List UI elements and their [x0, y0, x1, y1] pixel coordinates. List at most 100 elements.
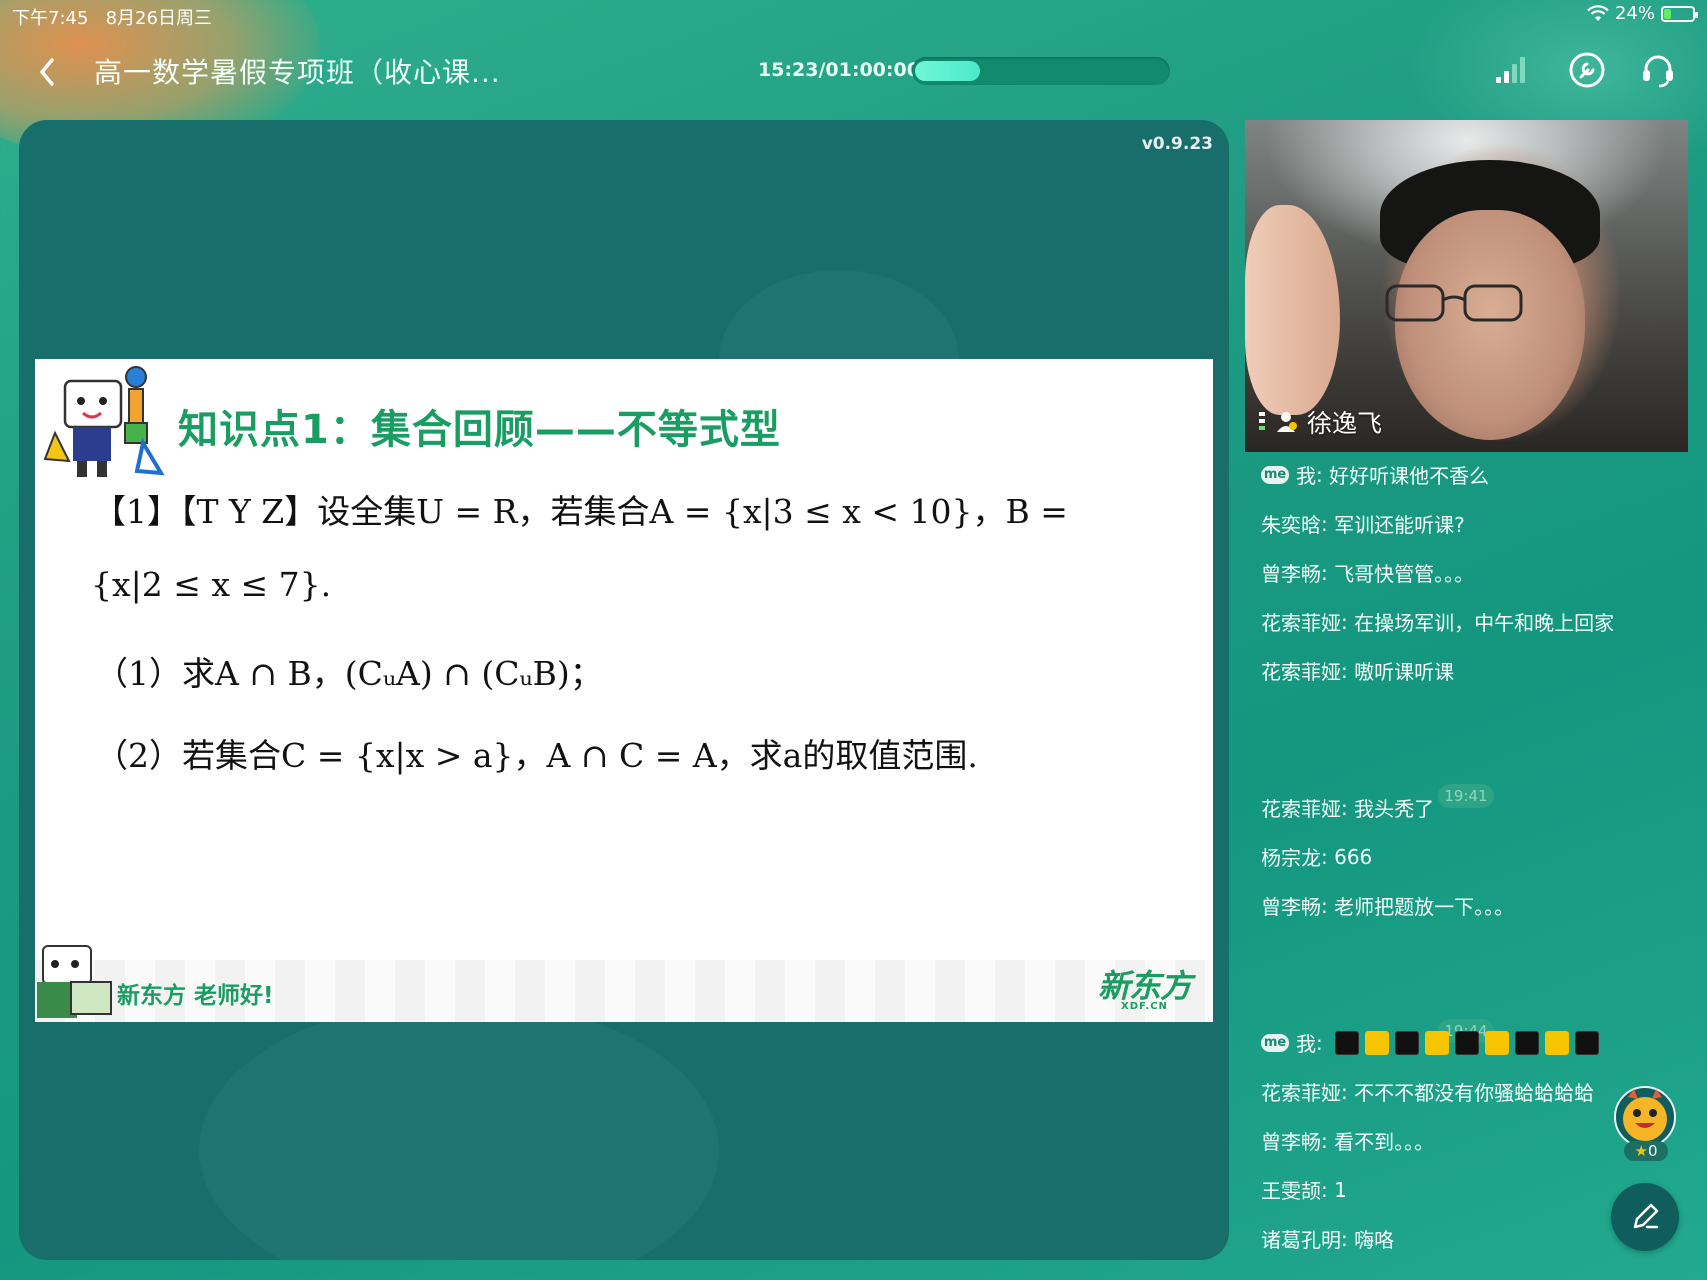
- chat-text: 666: [1334, 844, 1373, 869]
- chat-sender: 我: [1296, 1032, 1316, 1056]
- star-count-value: 0: [1647, 1142, 1658, 1160]
- chat-message: 曾李畅: 老师把题放一下。。。: [1261, 891, 1514, 920]
- teacher-icon: [1277, 412, 1297, 432]
- pen-icon: [1633, 1203, 1659, 1229]
- emoji-square-icon: [1485, 1030, 1510, 1055]
- courseware-panel: v0.9.23 知识点1：集合回顾——不等式型 【1】【T Y Z】设全集U =…: [19, 120, 1229, 1260]
- chat-separator: :: [1316, 1030, 1330, 1055]
- signal-bars-icon[interactable]: [1490, 50, 1530, 90]
- battery-icon: [1661, 5, 1698, 22]
- chat-sender: 曾李畅: [1261, 1130, 1321, 1154]
- chat-message: me 我:: [1261, 1028, 1600, 1057]
- chat-message: 花索菲娅: 我头秃了: [1261, 793, 1434, 822]
- pen-button[interactable]: [1611, 1183, 1679, 1251]
- chat-sender: 花索菲娅: [1261, 797, 1341, 821]
- chat-separator: :: [1321, 511, 1335, 536]
- slide-line-3: （1）求A ∩ B，(CᵤA) ∩ (CᵤB)；: [95, 654, 603, 693]
- chat-text: 军训还能听课?: [1334, 513, 1465, 537]
- chat-separator: :: [1321, 560, 1335, 585]
- chat-text: 1: [1334, 1177, 1347, 1202]
- chat-message: 朱奕晗: 军训还能听课?: [1261, 509, 1465, 538]
- video-glasses: [1385, 284, 1523, 322]
- class-progress-fill: [915, 61, 980, 81]
- status-bar: 下午7:45 8月26日周三 24%: [0, 0, 1707, 30]
- class-timer: 15:23/01:00:00: [758, 59, 920, 81]
- status-date: 8月26日周三: [105, 8, 212, 29]
- chat-separator: :: [1321, 844, 1335, 869]
- chat-message: 曾李畅: 看不到。。。: [1261, 1126, 1434, 1155]
- chat-separator: :: [1316, 462, 1330, 487]
- chat-sender: 花索菲娅: [1261, 1081, 1341, 1105]
- chat-time-separator: 19:41: [1438, 784, 1494, 808]
- emoji-square-icon: [1425, 1030, 1450, 1055]
- decor-ghost: [199, 1000, 719, 1260]
- chat-message: 花索菲娅: 不不不都没有你骚蛤蛤蛤蛤: [1261, 1077, 1594, 1106]
- mic-level-icon: [1259, 412, 1265, 430]
- slide-title: 知识点1：集合回顾——不等式型: [178, 407, 781, 453]
- chat-sender: 花索菲娅: [1261, 611, 1341, 635]
- chat-separator: :: [1341, 1079, 1355, 1104]
- header: 高一数学暑假专项班（收心课... 15:23/01:00:00: [0, 40, 1707, 100]
- mascot-icon: [43, 366, 165, 477]
- chat-sender: 杨宗龙: [1261, 846, 1321, 870]
- class-progress: [912, 57, 1170, 85]
- chat-sender: 曾李畅: [1261, 895, 1321, 919]
- slide-line-1: 【1】【T Y Z】设全集U = R，若集合A = {x|3 ≤ x < 10}…: [93, 492, 1068, 531]
- chat-sender: 朱奕晗: [1261, 513, 1321, 537]
- slide-footer: 新东方 老师好! 新东方 XDF.CN: [35, 945, 1213, 1022]
- chat-sender: 花索菲娅: [1261, 660, 1341, 684]
- slide-line-4: （2）若集合C = {x|x > a}，A ∩ C = A，求a的取值范围.: [95, 736, 978, 775]
- xdf-logo-main: 新东方: [1097, 967, 1192, 1005]
- wifi-icon: [1587, 4, 1609, 21]
- headset-icon[interactable]: [1638, 50, 1678, 90]
- me-badge: me: [1261, 465, 1289, 484]
- emoji-square-icon: [1575, 1030, 1600, 1055]
- chat-text: 我头秃了: [1354, 797, 1435, 821]
- me-badge: me: [1261, 1033, 1289, 1052]
- chat-message: me 我: 好好听课他不香么: [1261, 460, 1489, 489]
- battery-percent: 24%: [1614, 3, 1655, 24]
- footer-mascot-icon: [37, 945, 112, 1018]
- chat-text: 老师把题放一下。。。: [1334, 895, 1515, 919]
- chat-text: 看不到。。。: [1334, 1130, 1435, 1154]
- slide-line-2: {x|2 ≤ x ≤ 7}.: [91, 565, 332, 604]
- chevron-left-icon[interactable]: [30, 52, 64, 92]
- wrench-icon[interactable]: [1567, 50, 1607, 90]
- course-title: 高一数学暑假专项班（收心课...: [94, 56, 501, 89]
- chat-separator: :: [1341, 658, 1355, 683]
- version-label: v0.9.23: [1141, 134, 1213, 154]
- emoji-square-icon: [1395, 1030, 1420, 1055]
- chat-text: 飞哥快管管。。。: [1334, 562, 1475, 586]
- emoji-square-icon: [1515, 1030, 1540, 1055]
- chat-message: 杨宗龙: 666: [1261, 842, 1372, 871]
- chat-sender: 王雯颉: [1261, 1179, 1321, 1203]
- reward-mascot-button[interactable]: ★0: [1610, 1085, 1680, 1161]
- emoji-square-icon: [1545, 1030, 1570, 1055]
- chat-separator: :: [1321, 1177, 1335, 1202]
- chat-separator: :: [1341, 795, 1355, 820]
- footer-greeting: 新东方 老师好!: [117, 983, 274, 1009]
- chat-text: 嗷听课听课: [1354, 660, 1455, 684]
- status-time-date: 下午7:45 8月26日周三: [12, 4, 212, 30]
- chat-separator: :: [1341, 1226, 1355, 1251]
- xdf-logo: 新东方 XDF.CN: [1097, 967, 1192, 1012]
- status-right: 24%: [1587, 3, 1698, 24]
- chat-message: 花索菲娅: 在操场军训，中午和晚上回家: [1261, 607, 1614, 636]
- emoji-square-icon: [1365, 1030, 1390, 1055]
- chat-message: 诸葛孔明: 嗨咯: [1261, 1224, 1394, 1253]
- courseware-slide: 知识点1：集合回顾——不等式型 【1】【T Y Z】设全集U = R，若集合A …: [35, 359, 1213, 1022]
- video-hand: [1245, 205, 1340, 415]
- status-time: 下午7:45: [12, 8, 89, 29]
- chat-sender: 我: [1296, 464, 1316, 488]
- chat-text: 在操场军训，中午和晚上回家: [1354, 611, 1615, 635]
- chat-text: 好好听课他不香么: [1329, 464, 1490, 488]
- chat-text: 不不不都没有你骚蛤蛤蛤蛤: [1354, 1081, 1595, 1105]
- chat-sender: 曾李畅: [1261, 562, 1321, 586]
- teacher-video[interactable]: 徐逸飞: [1245, 120, 1688, 452]
- chat-text: 嗨咯: [1354, 1228, 1395, 1252]
- star-icon: ★: [1634, 1142, 1648, 1160]
- mascot-face-icon: [1614, 1086, 1676, 1148]
- chat-message: 花索菲娅: 嗷听课听课: [1261, 656, 1454, 685]
- emoji-square-icon: [1335, 1030, 1360, 1055]
- chat-sender: 诸葛孔明: [1261, 1228, 1341, 1252]
